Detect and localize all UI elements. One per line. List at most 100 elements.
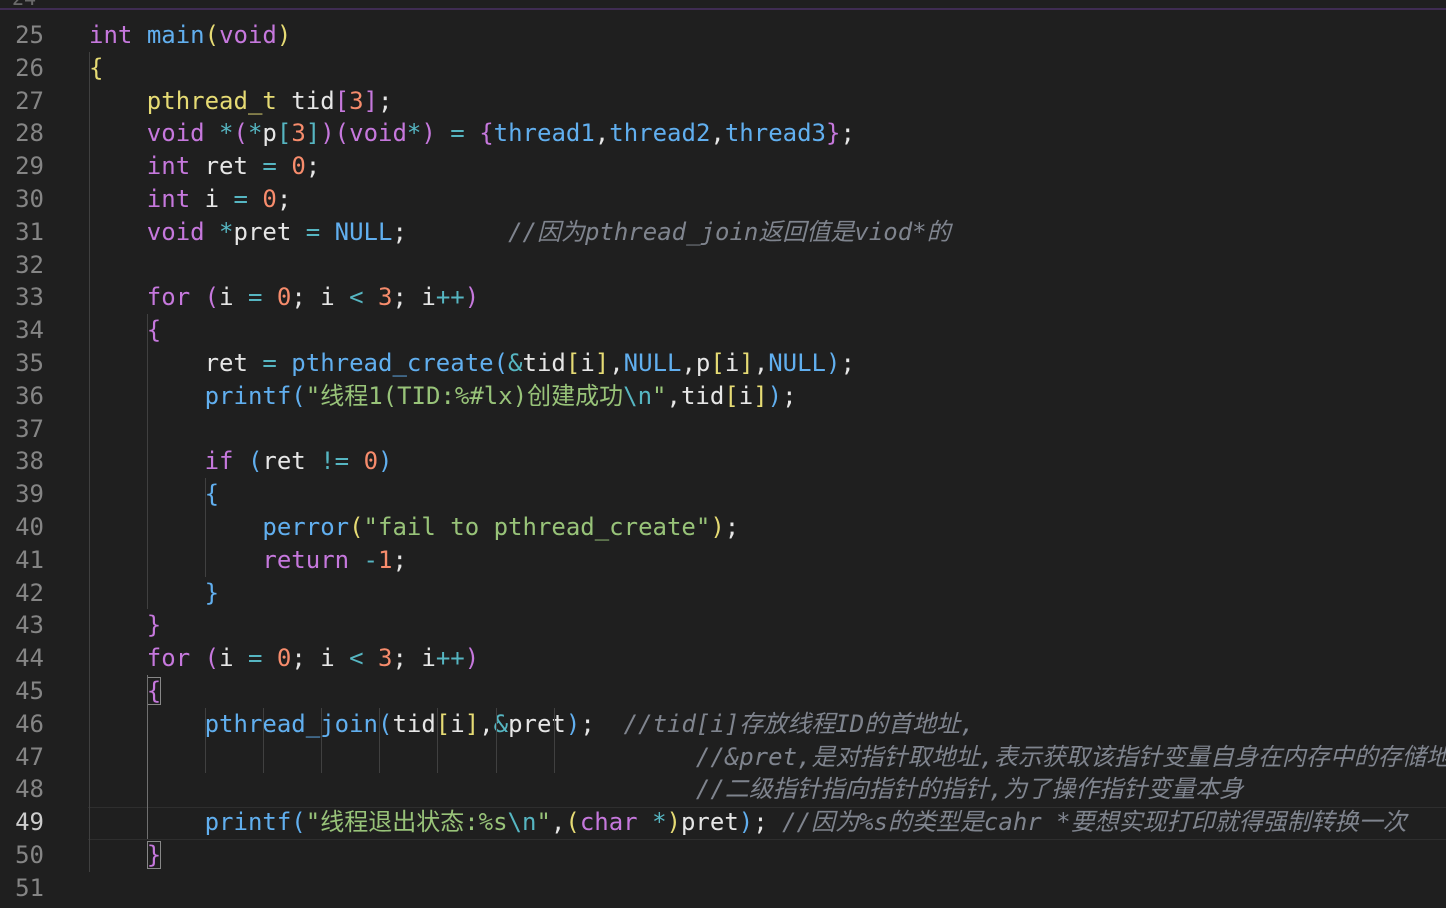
code-token: main: [146, 21, 205, 49]
code-line[interactable]: 48 //二级指针指向指针的指针,为了操作指针变量本身: [0, 773, 1446, 806]
code-token: (: [349, 513, 364, 541]
code-token: pthread_create: [291, 349, 494, 377]
line-number: 29: [15, 152, 44, 181]
code-token: *: [652, 808, 667, 837]
code-line[interactable]: 46 pthread_join(tid[i],&pret); //tid[i]存…: [0, 708, 1446, 741]
code-token: p: [262, 119, 277, 148]
code-line[interactable]: 34 {: [0, 314, 1446, 347]
code-token: ;: [753, 808, 783, 837]
code-line[interactable]: 45 {: [0, 675, 1446, 708]
code-editor[interactable]: 25 int main(void) 26{27 pthread_t tid[3]; 2…: [0, 18, 1446, 908]
code-token: ,: [710, 119, 725, 148]
code-token: //&pret,是对指针取地址,表示获取该指针变量自身在内存中的存储地址: [695, 742, 1446, 771]
code-token: i: [580, 349, 595, 377]
code-token: (: [291, 381, 306, 410]
code-token: tid: [392, 709, 436, 738]
line-number: 38: [15, 447, 44, 476]
code-line[interactable]: 35 ret = pthread_create(&tid[i],NULL,p[i…: [0, 347, 1446, 380]
code-token: {: [146, 316, 162, 345]
code-line[interactable]: 38 if (ret != 0): [0, 445, 1446, 478]
code-line[interactable]: 42 }: [0, 577, 1446, 610]
code-line[interactable]: 41 return -1;: [0, 544, 1446, 577]
code-line[interactable]: 43 }: [0, 609, 1446, 642]
line-number: 34: [15, 316, 44, 345]
partial-line-number: 24: [12, 0, 36, 10]
code-token: 1: [378, 545, 393, 574]
code-line[interactable]: 49 printf("线程退出状态:%s\n",(char *)pret); /…: [0, 806, 1446, 839]
code-token: 3: [378, 644, 393, 673]
code-token: NULL: [623, 349, 682, 377]
code-line[interactable]: 37: [0, 413, 1446, 446]
code-line[interactable]: 29 int ret = 0;: [0, 150, 1446, 183]
code-token: ]: [363, 86, 378, 115]
code-line[interactable]: 36 printf("线程1(TID:%#lx)创建成功\n",tid[i]);: [0, 380, 1446, 413]
code-token: [: [565, 349, 581, 377]
code-line[interactable]: 39 {: [0, 478, 1446, 511]
line-number: 50: [15, 841, 44, 869]
code-text: printf("线程退出状态:%s\n",(char *)pret); //因为…: [89, 806, 1407, 839]
code-token: i: [738, 381, 754, 410]
code-token: tid: [522, 349, 566, 377]
code-token: *: [247, 119, 263, 148]
code-token: =: [262, 152, 277, 181]
code-token: ret: [190, 152, 263, 181]
code-token: ret: [89, 349, 263, 377]
code-token: i: [724, 349, 740, 377]
code-text: pthread_t tid[3];: [89, 85, 393, 118]
code-line[interactable]: 47 //&pret,是对指针取地址,表示获取该指针变量自身在内存中的存储地址: [0, 741, 1446, 774]
code-token: ]: [305, 119, 321, 148]
code-token: *: [219, 119, 234, 148]
code-token: thread3: [724, 119, 827, 148]
code-token: [: [334, 86, 350, 115]
code-token: (: [565, 808, 580, 837]
code-token: ): [738, 808, 754, 837]
code-line[interactable]: 25 int main(void): [0, 19, 1446, 52]
code-line[interactable]: 27 pthread_t tid[3];: [0, 85, 1446, 118]
code-line[interactable]: 28 void *(*p[3])(void*) = {thread1,threa…: [0, 117, 1446, 150]
code-line[interactable]: 51: [0, 872, 1446, 905]
code-token: =: [305, 217, 321, 246]
code-token: &: [508, 349, 523, 377]
code-token: !=: [320, 447, 350, 476]
code-token: 0: [291, 152, 306, 181]
code-text: //&pret,是对指针取地址,表示获取该指针变量自身在内存中的存储地址: [89, 741, 1446, 774]
line-number: 37: [15, 414, 44, 443]
code-line[interactable]: 26 {: [0, 52, 1446, 85]
code-token: for: [146, 283, 191, 312]
code-token: int: [146, 185, 191, 213]
line-number: 32: [15, 250, 44, 279]
code-line[interactable]: 30 int i = 0;: [0, 183, 1446, 216]
code-text: pthread_join(tid[i],&pret); //tid[i]存放线程…: [89, 708, 975, 741]
code-line[interactable]: 40 perror("fail to pthread_create");: [0, 511, 1446, 544]
line-number: 48: [15, 775, 44, 804]
code-line[interactable]: 31 void *pret = NULL; //因为pthread_join返回…: [0, 216, 1446, 249]
code-token: ]: [753, 381, 768, 410]
line-number: 36: [15, 381, 44, 410]
code-text: void *pret = NULL; //因为pthread_join返回值是v…: [89, 216, 951, 249]
code-token: thread2: [609, 119, 711, 148]
code-line[interactable]: 32: [0, 249, 1446, 282]
code-token: ): [276, 21, 292, 49]
code-token: =: [247, 644, 263, 673]
code-token: ,p: [681, 349, 711, 377]
indent-guide: [205, 707, 206, 774]
line-number: 30: [15, 185, 44, 213]
indent-guide: [437, 707, 438, 774]
code-token: //二级指针指向指针的指针,为了操作指针变量本身: [695, 775, 1244, 804]
code-line[interactable]: 44 for (i = 0; i < 3; i++): [0, 642, 1446, 675]
code-line[interactable]: 50 }: [0, 839, 1446, 872]
code-line[interactable]: 33 for (i = 0; i < 3; i++): [0, 281, 1446, 314]
editor-top-edge: 24: [0, 0, 1446, 10]
code-token: ): [421, 119, 436, 148]
code-text: {: [89, 52, 103, 85]
code-token: ; i: [291, 283, 350, 312]
code-token: {: [89, 53, 104, 82]
code-token: void: [146, 119, 205, 148]
code-text: printf("线程1(TID:%#lx)创建成功\n",tid[i]);: [89, 380, 797, 413]
